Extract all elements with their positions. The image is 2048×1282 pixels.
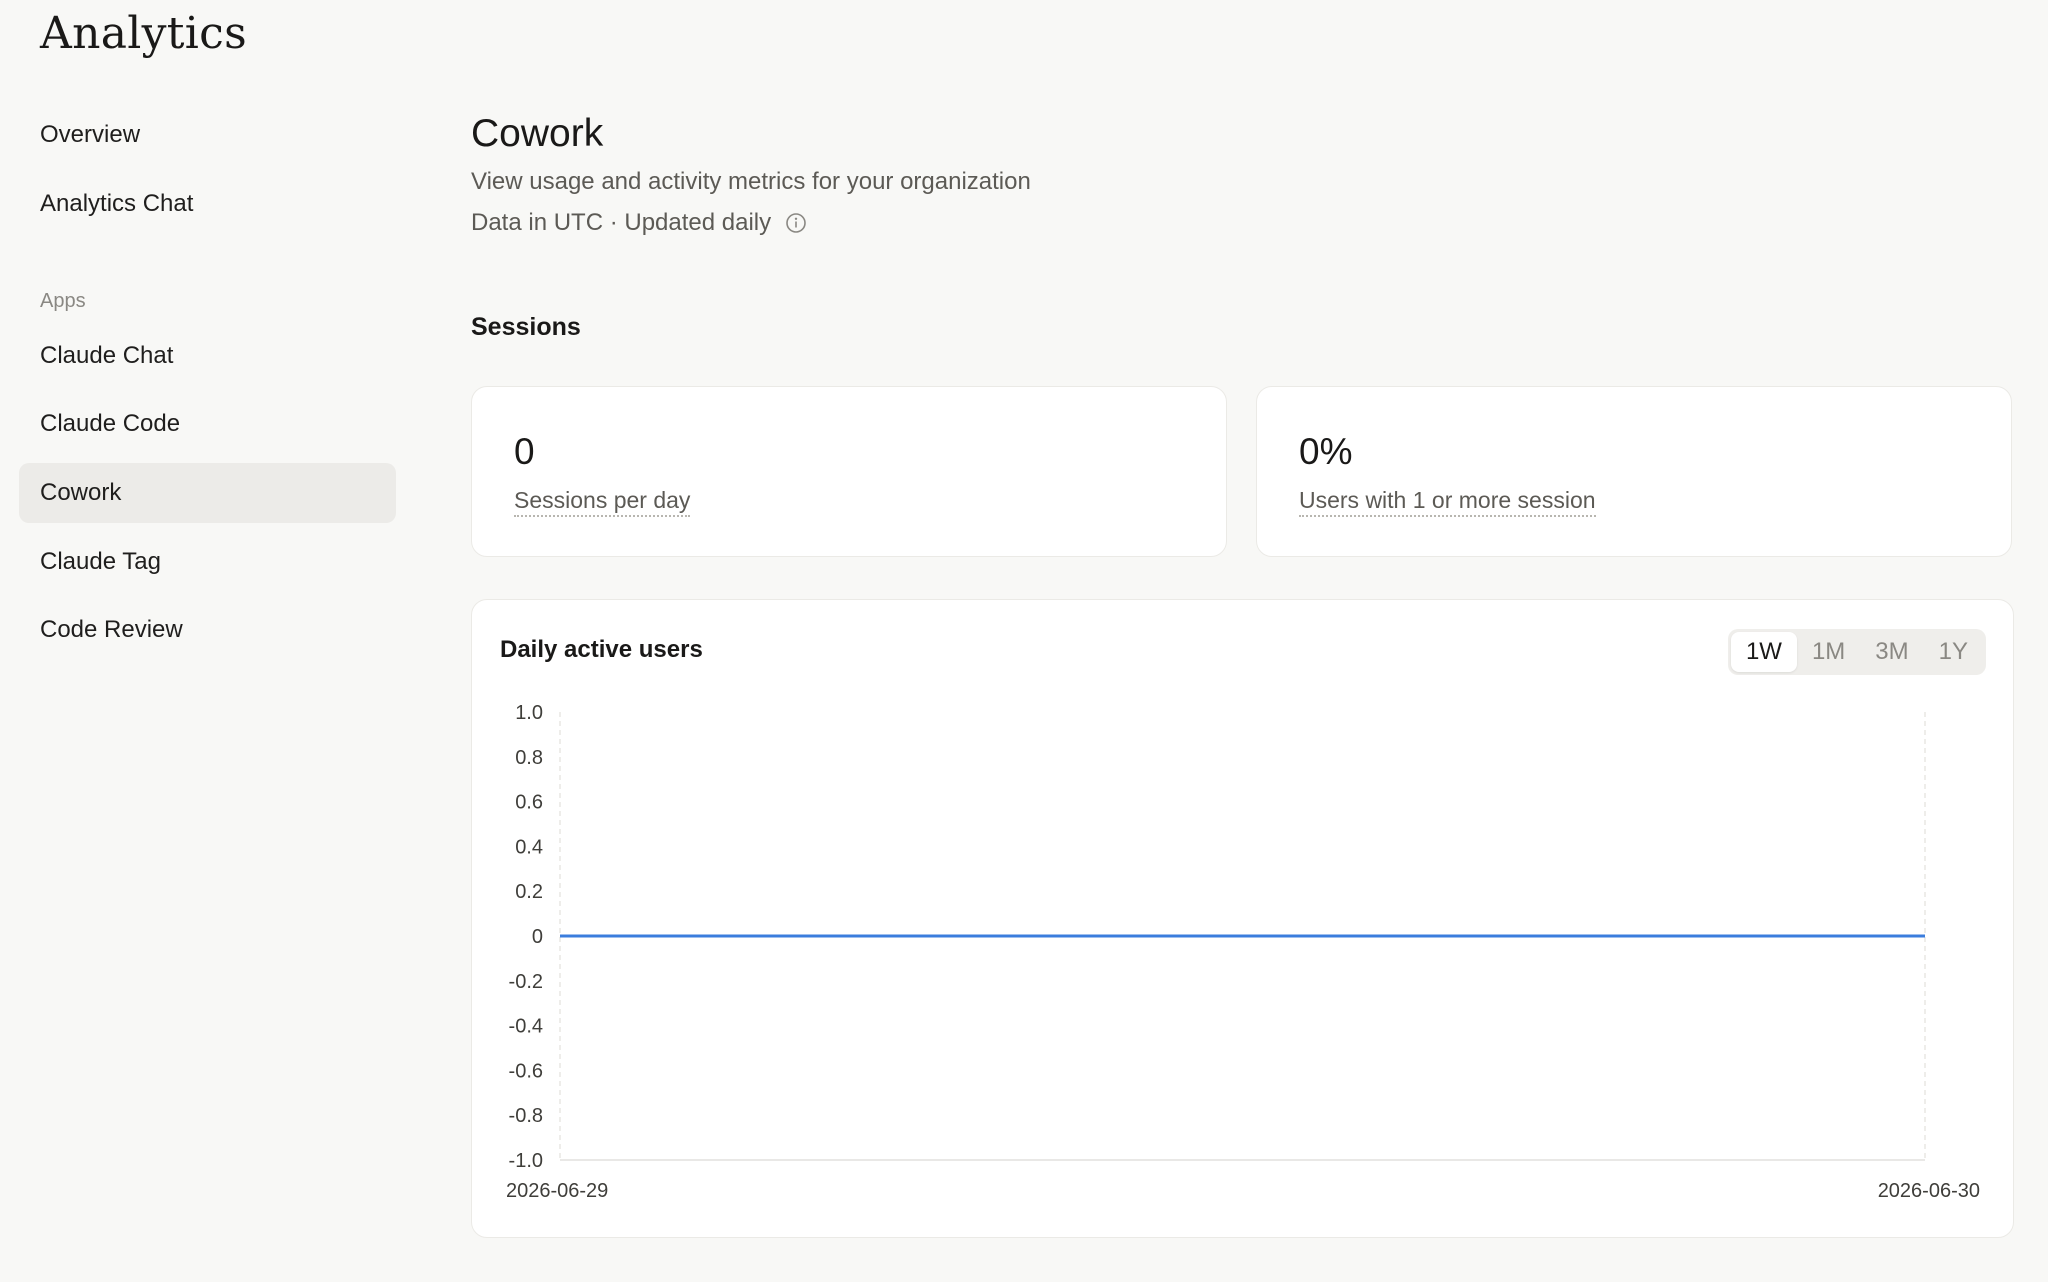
sidebar-item-claude-code[interactable]: Claude Code <box>19 394 396 454</box>
sidebar-item-code-review[interactable]: Code Review <box>19 600 396 660</box>
y-tick-label: 0 <box>532 926 543 948</box>
y-tick-label: 1.0 <box>515 702 543 724</box>
data-freshness-note: Data in UTC · Updated daily <box>471 209 807 237</box>
sidebar-item-label: Analytics Chat <box>40 190 194 217</box>
x-tick-label: 2026-06-30 <box>1878 1180 1980 1202</box>
sidebar-item-analytics-chat[interactable]: Analytics Chat <box>19 174 396 234</box>
y-tick-label: 0.6 <box>515 792 543 814</box>
section-title-sessions: Sessions <box>471 313 581 341</box>
y-tick-label: -0.4 <box>509 1016 543 1038</box>
sidebar-item-cowork[interactable]: Cowork <box>19 463 396 523</box>
sidebar-item-label: Claude Chat <box>40 342 174 369</box>
page-title: Cowork <box>471 112 604 155</box>
y-tick-label: -0.8 <box>509 1105 543 1127</box>
sidebar-section-apps: Apps <box>40 290 86 312</box>
line-chart: 1.0 0.8 0.6 0.4 0.2 0 -0.2 -0.4 -0.6 -0.8 -1.0 2026… <box>506 702 1980 1202</box>
info-icon[interactable] <box>785 212 807 234</box>
stat-label[interactable]: Users with 1 or more session <box>1299 487 1596 517</box>
x-tick-label: 2026-06-29 <box>506 1180 608 1202</box>
sidebar-item-claude-chat[interactable]: Claude Chat <box>19 326 396 386</box>
sidebar-item-claude-tag[interactable]: Claude Tag <box>19 532 396 592</box>
stat-value: 0 <box>514 431 535 472</box>
chart-card-daily-active-users: Daily active users 1W 1M 3M 1Y 1.0 0.8 0.6… <box>471 599 2014 1238</box>
sidebar-item-label: Claude Code <box>40 410 181 437</box>
sidebar-item-overview[interactable]: Overview <box>19 105 396 165</box>
y-tick-label: -1.0 <box>509 1150 543 1172</box>
stat-value: 0% <box>1299 431 1353 472</box>
app-title: Analytics <box>40 8 247 59</box>
y-tick-label: 0.2 <box>515 881 543 903</box>
sidebar: Analytics Overview Analytics Chat Apps C… <box>0 0 420 1282</box>
data-freshness-text: Data in UTC · Updated daily <box>471 209 772 236</box>
sidebar-item-label: Claude Tag <box>40 548 161 575</box>
y-tick-label: -0.2 <box>509 971 543 993</box>
sidebar-item-label: Overview <box>40 121 141 148</box>
y-tick-label: -0.6 <box>509 1060 543 1082</box>
sidebar-item-label: Cowork <box>40 479 122 506</box>
page-subtitle: View usage and activity metrics for your… <box>471 168 1031 195</box>
y-tick-label: 0.8 <box>515 747 543 769</box>
stat-card-users-with-session: 0% Users with 1 or more session <box>1256 386 2012 557</box>
stat-label[interactable]: Sessions per day <box>514 487 691 517</box>
sidebar-item-label: Code Review <box>40 616 183 643</box>
y-tick-label: 0.4 <box>515 836 543 858</box>
stat-card-sessions-per-day: 0 Sessions per day <box>471 386 1227 557</box>
